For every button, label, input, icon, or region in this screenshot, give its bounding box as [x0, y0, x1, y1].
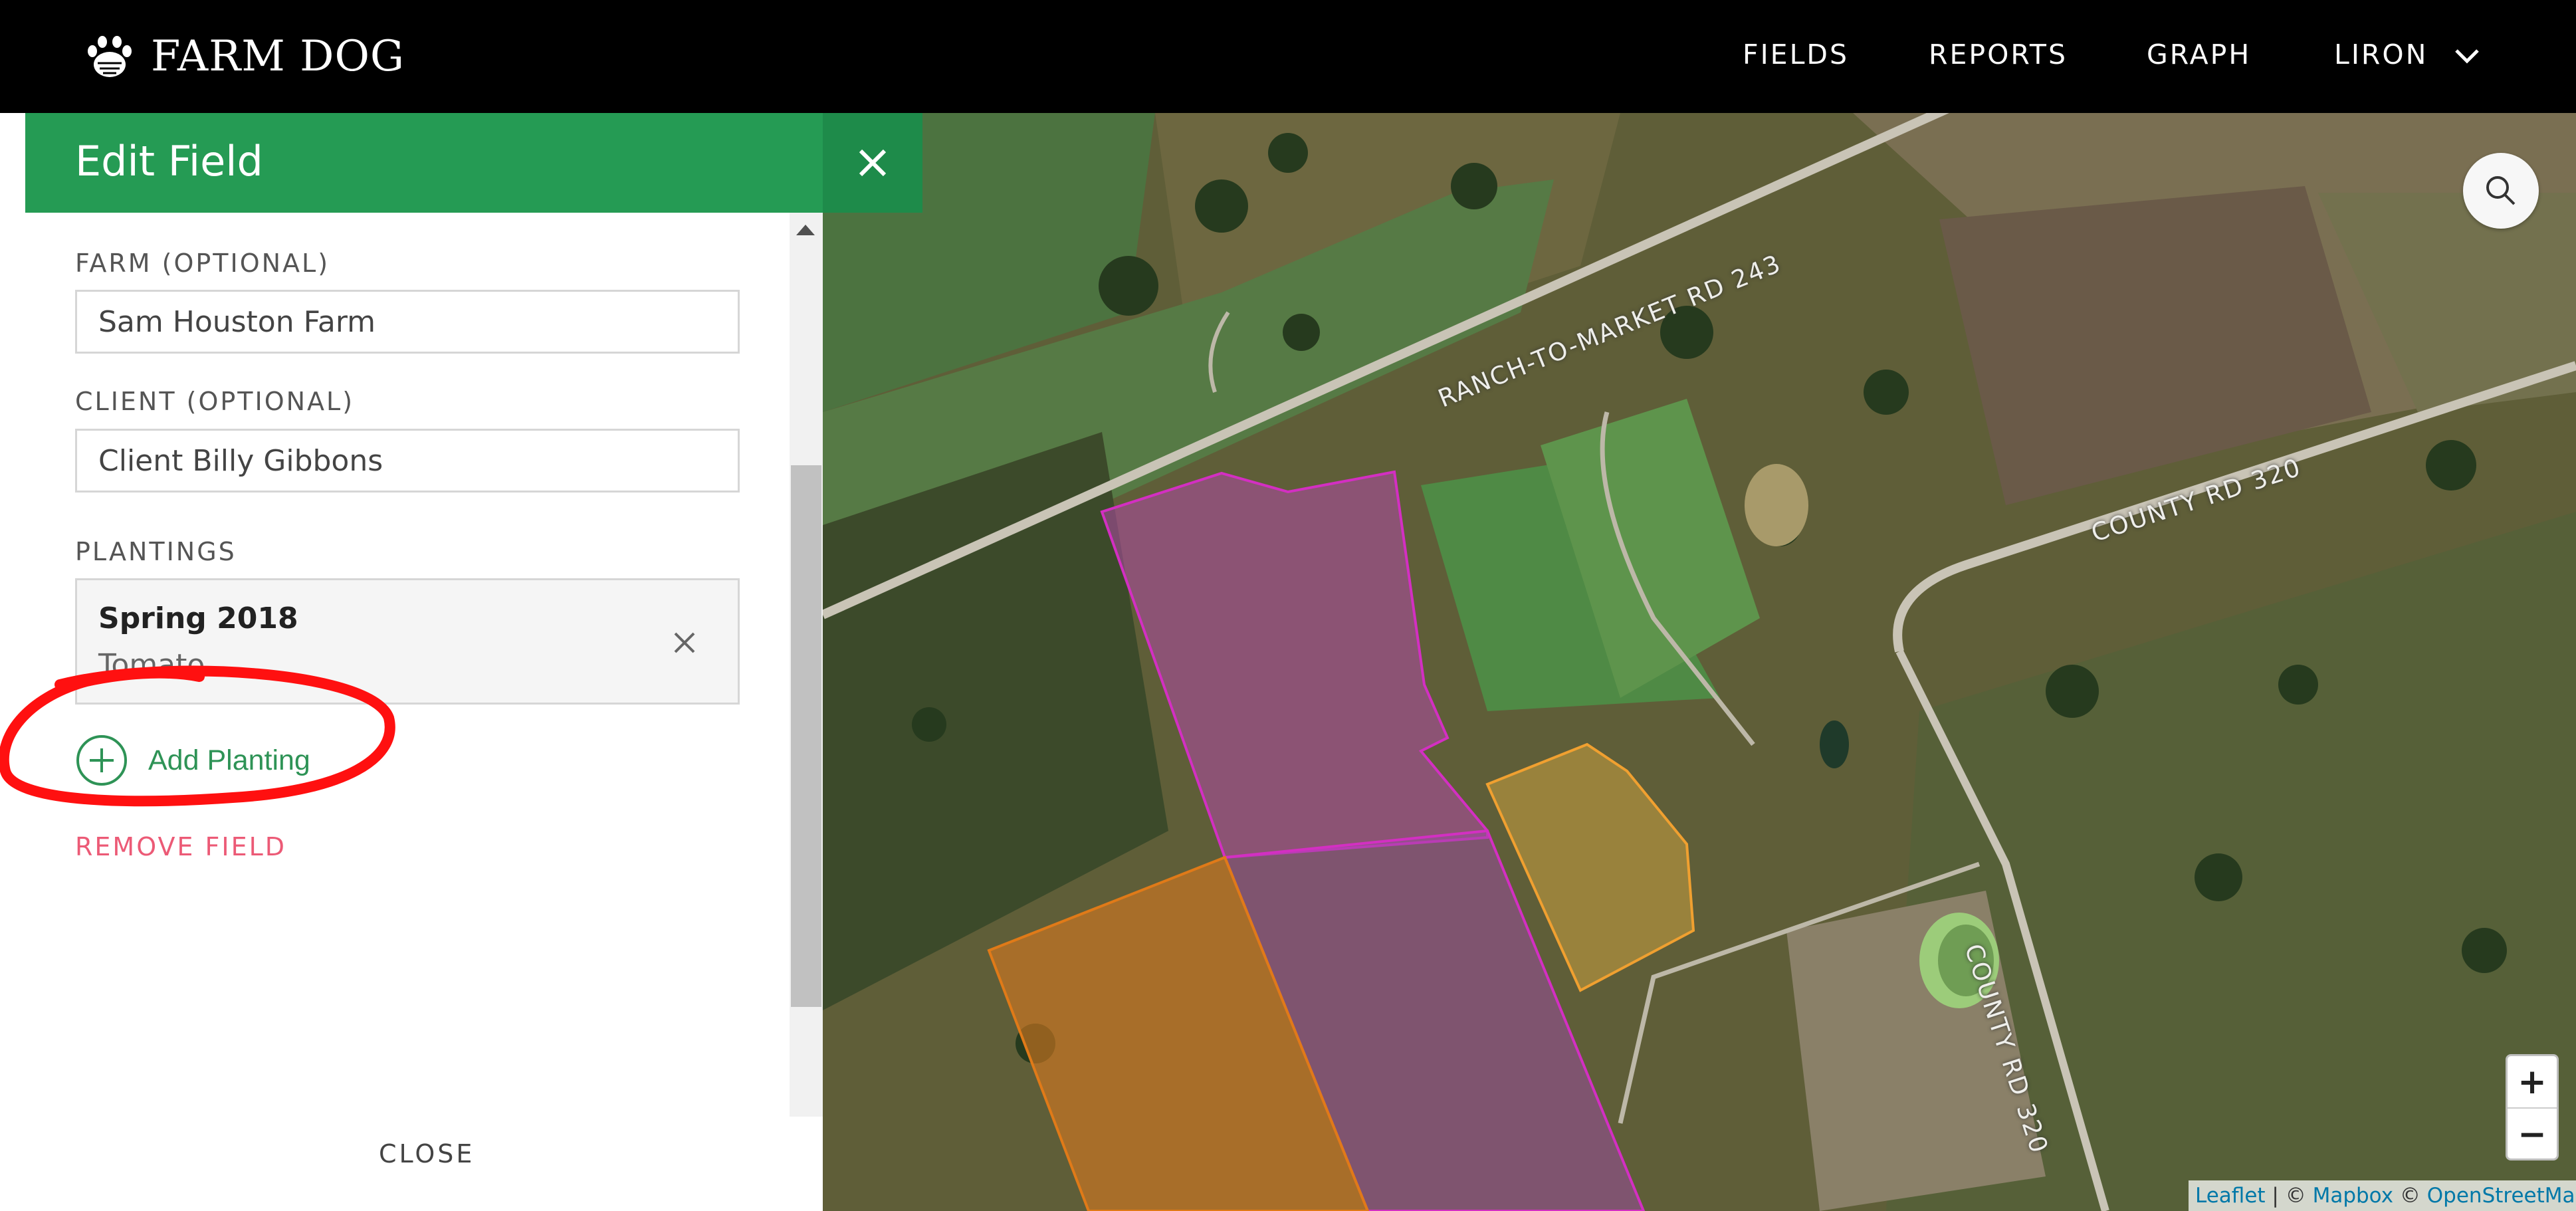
zoom-control: + − — [2506, 1054, 2559, 1160]
plantings-label: PLANTINGS — [75, 537, 237, 566]
panel-title: Edit Field — [75, 137, 263, 185]
map-attribution: Leaflet | © Mapbox © OpenStreetMap — [2189, 1180, 2576, 1211]
satellite-imagery — [823, 113, 2576, 1211]
mapbox-link[interactable]: Mapbox — [2313, 1184, 2393, 1208]
search-icon — [2486, 176, 2516, 205]
annotation-circle — [0, 665, 395, 807]
paw-icon — [88, 36, 132, 77]
top-nav-bar: FARM DOG FIELDS REPORTS GRAPH LIRON — [0, 0, 2576, 113]
attribution-sep: | © — [2265, 1184, 2313, 1208]
attribution-sep: © — [2393, 1184, 2427, 1208]
close-icon — [859, 149, 887, 177]
zoom-out-button[interactable]: − — [2508, 1109, 2557, 1160]
client-input[interactable]: Client Billy Gibbons — [75, 429, 740, 493]
map-search-button[interactable] — [2463, 153, 2539, 229]
remove-field-link[interactable]: REMOVE FIELD — [75, 832, 286, 861]
brand-name: FARM DOG — [151, 32, 405, 81]
close-panel-button[interactable] — [823, 113, 922, 213]
planting-name: Spring 2018 — [98, 602, 298, 635]
leaflet-link[interactable]: Leaflet — [2195, 1184, 2266, 1208]
scroll-up-arrow-icon[interactable] — [796, 225, 815, 235]
chevron-down-icon[interactable] — [2452, 41, 2482, 70]
nav-reports[interactable]: REPORTS — [1929, 39, 2068, 70]
map-view[interactable]: RANCH-TO-MARKET RD 243 COUNTY RD 320 COU… — [823, 113, 2576, 1211]
zoom-in-button[interactable]: + — [2508, 1056, 2557, 1109]
openstreetmap-link[interactable]: OpenStreetMap — [2427, 1184, 2576, 1208]
nav-user-menu[interactable]: LIRON — [2334, 39, 2428, 70]
nav-graph[interactable]: GRAPH — [2147, 39, 2251, 70]
panel-header: Edit Field — [25, 113, 823, 213]
remove-planting-icon[interactable] — [669, 627, 700, 659]
nav-fields[interactable]: FIELDS — [1743, 39, 1849, 70]
brand-logo[interactable]: FARM DOG — [83, 27, 405, 86]
client-label: CLIENT (OPTIONAL) — [75, 387, 355, 416]
scrollbar-thumb[interactable] — [791, 465, 821, 1007]
farm-input[interactable]: Sam Houston Farm — [75, 290, 740, 354]
close-link[interactable]: CLOSE — [379, 1139, 475, 1168]
farm-label: FARM (OPTIONAL) — [75, 249, 330, 278]
